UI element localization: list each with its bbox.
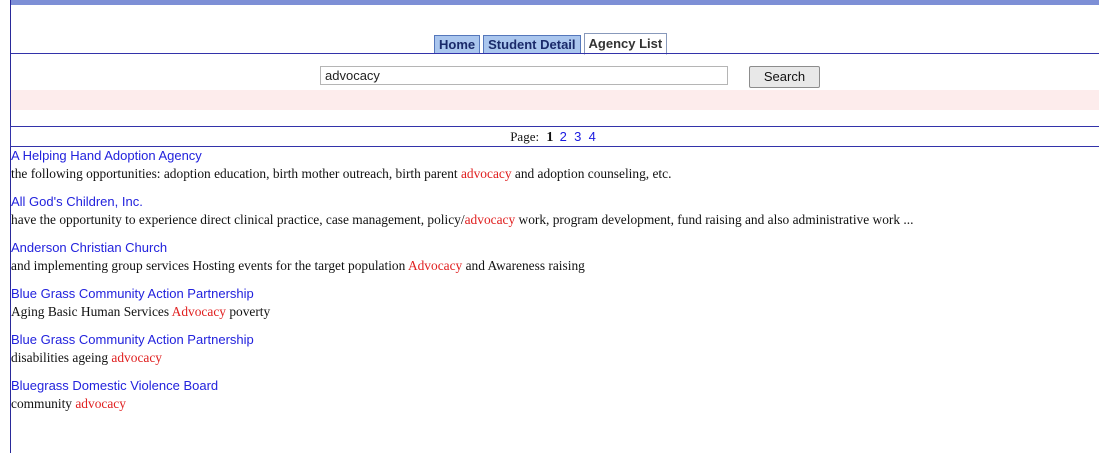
- agency-description: disabilities ageing advocacy: [11, 349, 1099, 366]
- agency-link[interactable]: A Helping Hand Adoption Agency: [11, 148, 1099, 164]
- highlighted-term: advocacy: [75, 396, 126, 411]
- search-button[interactable]: Search: [749, 66, 820, 88]
- pagination-label: Page:: [510, 129, 540, 144]
- description-text: disabilities ageing: [11, 350, 112, 365]
- tab-bar: Home Student Detail Agency List: [434, 33, 670, 55]
- agency-description: community advocacy: [11, 395, 1099, 412]
- agency-link[interactable]: All God's Children, Inc.: [11, 194, 1099, 210]
- page-link-4[interactable]: 4: [589, 129, 596, 144]
- page-link-2[interactable]: 2: [560, 129, 567, 144]
- highlighted-term: advocacy: [460, 166, 512, 181]
- agency-link[interactable]: Anderson Christian Church: [11, 240, 1099, 256]
- agency-description: and implementing group services Hosting …: [11, 257, 1099, 274]
- description-text: and adoption counseling, etc.: [511, 166, 672, 181]
- list-item: Anderson Christian Church and implementi…: [11, 240, 1099, 274]
- list-item: All God's Children, Inc. have the opport…: [11, 194, 1099, 228]
- agency-description: the following opportunities: adoption ed…: [11, 165, 1099, 182]
- search-input[interactable]: advocacy: [320, 66, 728, 85]
- tab-agency-list[interactable]: Agency List: [583, 33, 668, 55]
- highlighted-term: advocacy: [111, 350, 162, 365]
- description-text: poverty: [225, 304, 271, 319]
- agency-description: Aging Basic Human Services Advocacy pove…: [11, 303, 1099, 320]
- description-text: Aging Basic Human Services: [11, 304, 172, 319]
- current-page: 1: [546, 130, 554, 145]
- description-text: and implementing group services Hosting …: [11, 258, 408, 273]
- highlighted-term: Advocacy: [171, 304, 226, 319]
- agency-description: have the opportunity to experience direc…: [11, 211, 1099, 228]
- agency-link[interactable]: Bluegrass Domestic Violence Board: [11, 378, 1099, 394]
- list-item: A Helping Hand Adoption Agency the follo…: [11, 148, 1099, 182]
- list-item: Blue Grass Community Action Partnership …: [11, 286, 1099, 320]
- highlighted-term: Advocacy: [407, 258, 463, 273]
- agency-link[interactable]: Blue Grass Community Action Partnership: [11, 332, 1099, 348]
- results-list: A Helping Hand Adoption Agency the follo…: [11, 148, 1099, 424]
- tab-divider: [11, 53, 1099, 54]
- page-link-3[interactable]: 3: [574, 129, 581, 144]
- message-bar: [11, 90, 1099, 110]
- tab-home[interactable]: Home: [434, 35, 481, 54]
- highlighted-term: advocacy: [464, 212, 516, 227]
- description-text: the following opportunities: adoption ed…: [11, 166, 461, 181]
- top-banner-bar: [10, 0, 1099, 5]
- description-text: community: [11, 396, 76, 411]
- description-text: and Awareness raising: [462, 258, 585, 273]
- list-item: Blue Grass Community Action Partnership …: [11, 332, 1099, 366]
- list-item: Bluegrass Domestic Violence Board commun…: [11, 378, 1099, 412]
- description-text: work, program development, fund raising …: [515, 212, 914, 227]
- pagination: Page: 1 2 3 4: [10, 126, 1099, 147]
- agency-link[interactable]: Blue Grass Community Action Partnership: [11, 286, 1099, 302]
- tab-student-detail[interactable]: Student Detail: [483, 35, 581, 54]
- description-text: have the opportunity to experience direc…: [11, 212, 465, 227]
